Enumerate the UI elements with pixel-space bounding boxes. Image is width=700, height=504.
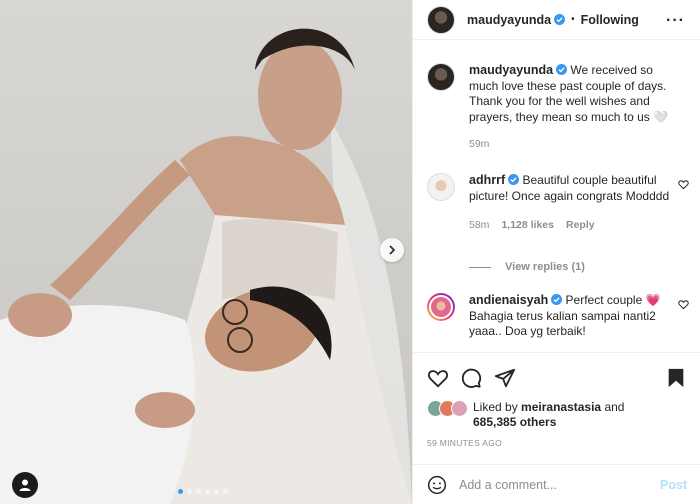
- likes-and: and: [604, 400, 625, 414]
- user-icon: [19, 479, 31, 491]
- heart-icon[interactable]: [427, 367, 449, 389]
- comment-item: andienaisyah Perfect couple 💗 Bahagia te…: [427, 293, 689, 340]
- more-options-icon[interactable]: ···: [666, 12, 685, 30]
- caption-body: maudyayunda We received so much love the…: [469, 63, 675, 153]
- carousel-dot: [223, 489, 228, 494]
- caption-time[interactable]: 59m: [469, 137, 489, 153]
- verified-badge-icon: [508, 174, 520, 185]
- carousel-dot: [214, 489, 219, 494]
- view-replies-label: View replies (1): [505, 261, 585, 273]
- caption-meta: 59m: [469, 137, 675, 153]
- post-photo[interactable]: [0, 0, 412, 504]
- verified-badge-icon: [556, 64, 568, 75]
- liked-by-user[interactable]: meiranastasia: [521, 400, 601, 414]
- share-icon[interactable]: [494, 367, 516, 389]
- comment-username[interactable]: andienaisyah: [469, 293, 548, 307]
- view-replies-button[interactable]: View replies (1): [469, 261, 585, 273]
- post-modal: maudyayunda • Following ··· maudyayunda …: [0, 0, 700, 504]
- comment-body: andienaisyah Perfect couple 💗 Bahagia te…: [469, 293, 675, 340]
- following-button[interactable]: Following: [581, 13, 639, 27]
- view-replies-line: [469, 266, 491, 268]
- comment-meta: 58m 1,128 likes Reply: [469, 218, 675, 234]
- likes-summary: Liked by meiranastasia and 685,385 other…: [427, 400, 624, 430]
- liker-avatars: [427, 400, 469, 418]
- comment-time[interactable]: 58m: [469, 218, 489, 234]
- carousel-dot: [187, 489, 192, 494]
- chevron-right-icon: [389, 245, 396, 255]
- header-separator: •: [571, 14, 575, 25]
- carousel-indicator: [178, 489, 228, 494]
- comments-section: maudyayunda We received so much love the…: [413, 41, 700, 351]
- comment-username[interactable]: adhrrf: [469, 173, 505, 187]
- comment-icon[interactable]: [460, 367, 482, 389]
- likes-prefix: Liked by: [473, 400, 518, 414]
- post-side-panel: maudyayunda • Following ··· maudyayunda …: [412, 0, 700, 504]
- wedding-photo-illustration: [0, 28, 412, 504]
- carousel-dot: [196, 489, 201, 494]
- comment-like-icon[interactable]: [678, 179, 689, 190]
- author-username[interactable]: maudyayunda: [467, 13, 551, 27]
- verified-badge-icon: [554, 14, 566, 25]
- likes-count[interactable]: 685,385 others: [473, 415, 556, 429]
- next-slide-button[interactable]: [380, 238, 404, 262]
- reply-button[interactable]: Reply: [566, 218, 595, 234]
- caption-username[interactable]: maudyayunda: [469, 63, 553, 77]
- post-comment-button[interactable]: Post: [660, 478, 687, 492]
- comment-avatar[interactable]: [427, 293, 455, 321]
- add-comment-bar: Post: [413, 464, 700, 504]
- comment-likes[interactable]: 1,128 likes: [501, 218, 554, 234]
- emoji-icon[interactable]: [427, 475, 447, 495]
- post-header: maudyayunda • Following ···: [413, 0, 700, 40]
- likes-text: Liked by meiranastasia and 685,385 other…: [473, 400, 624, 430]
- comment-like-icon[interactable]: [678, 299, 689, 310]
- comment-avatar[interactable]: [427, 173, 455, 201]
- comment-input[interactable]: [459, 477, 655, 492]
- post-timestamp[interactable]: 59 MINUTES AGO: [427, 438, 502, 448]
- carousel-dot: [178, 489, 183, 494]
- comment-item: adhrrf Beautiful couple beautiful pictur…: [427, 173, 689, 234]
- caption: maudyayunda We received so much love the…: [427, 63, 689, 153]
- action-bar: [413, 352, 700, 400]
- carousel-dot: [205, 489, 210, 494]
- tagged-users-button[interactable]: [12, 472, 38, 498]
- author-avatar[interactable]: [427, 5, 455, 34]
- verified-badge-icon: [551, 294, 563, 305]
- comment-body: adhrrf Beautiful couple beautiful pictur…: [469, 173, 675, 234]
- bookmark-icon[interactable]: [665, 367, 687, 389]
- caption-avatar[interactable]: [427, 63, 455, 91]
